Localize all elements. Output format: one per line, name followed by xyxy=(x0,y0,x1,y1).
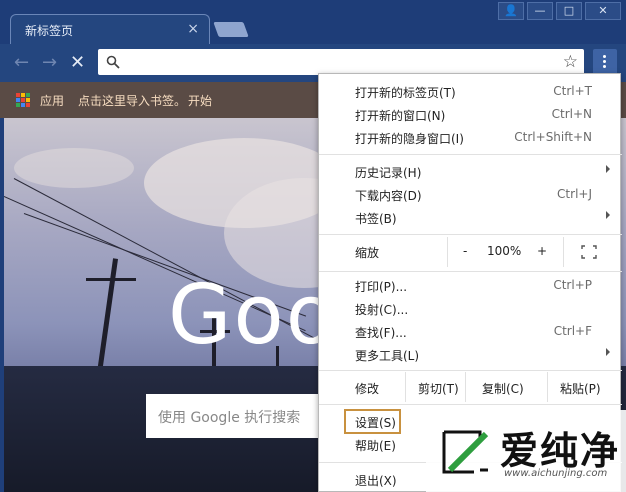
menu-label: 打印(P)... xyxy=(355,280,408,294)
zoom-out-button[interactable]: - xyxy=(463,244,467,258)
menu-item-downloads[interactable]: 下载内容(D) Ctrl+J xyxy=(319,183,622,206)
menu-separator xyxy=(319,404,622,405)
back-arrow-icon[interactable]: ← xyxy=(14,53,29,73)
zoom-in-button[interactable]: + xyxy=(537,244,547,258)
zoom-label: 缩放 xyxy=(355,246,380,260)
utility-pole xyxy=(86,278,136,281)
submenu-arrow-icon xyxy=(606,165,610,173)
watermark-url: www.aichunjing.com xyxy=(504,468,608,479)
menu-shortcut: Ctrl+N xyxy=(551,107,592,121)
cut-label: 剪切(T) xyxy=(418,382,459,396)
cut-button[interactable]: 剪切(T) xyxy=(405,372,465,402)
menu-shortcut: Ctrl+J xyxy=(557,187,592,201)
menu-item-print[interactable]: 打印(P)... Ctrl+P xyxy=(319,274,622,297)
menu-label: 退出(X) xyxy=(355,474,397,488)
bookmark-star-icon[interactable]: ☆ xyxy=(563,52,578,72)
chrome-menu-button[interactable] xyxy=(593,49,617,75)
fullscreen-icon[interactable] xyxy=(581,245,597,259)
google-search-box[interactable]: 使用 Google 执行搜索 xyxy=(146,394,346,438)
copy-label: 复制(C) xyxy=(482,382,524,396)
menu-label: 下载内容(D) xyxy=(355,189,422,203)
paste-button[interactable]: 粘贴(P) xyxy=(547,372,622,402)
menu-label: 更多工具(L) xyxy=(355,349,420,363)
search-placeholder: 使用 Google 执行搜索 xyxy=(158,410,301,426)
watermark: 爱纯净 www.aichunjing.com xyxy=(426,410,626,492)
submenu-arrow-icon xyxy=(606,348,610,356)
settings-highlight-box xyxy=(344,409,401,434)
close-window-button[interactable]: ✕ xyxy=(585,2,621,20)
menu-item-history[interactable]: 历史记录(H) xyxy=(319,160,622,183)
kebab-menu-icon xyxy=(603,55,607,69)
maximize-button[interactable]: □ xyxy=(556,2,582,20)
menu-shortcut: Ctrl+F xyxy=(553,324,592,338)
brand-logo-icon xyxy=(442,430,489,474)
menu-shortcut: Ctrl+P xyxy=(553,278,592,292)
zoom-level: 100% xyxy=(487,244,522,258)
address-input[interactable] xyxy=(126,52,546,72)
menu-separator xyxy=(319,234,622,235)
menu-label: 打开新的窗口(N) xyxy=(355,109,446,123)
menu-item-new-tab[interactable]: 打开新的标签页(T) Ctrl+T xyxy=(319,80,622,103)
menu-item-find[interactable]: 查找(F)... Ctrl+F xyxy=(319,320,622,343)
menu-separator xyxy=(319,370,622,371)
menu-item-cast[interactable]: 投射(C)... xyxy=(319,297,622,320)
menu-label: 帮助(E) xyxy=(355,439,396,453)
apps-link[interactable]: 应用 xyxy=(40,92,64,109)
menu-shortcut: Ctrl+T xyxy=(553,84,592,98)
menu-item-incognito[interactable]: 打开新的隐身窗口(I) Ctrl+Shift+N xyxy=(319,126,622,149)
edit-label: 修改 xyxy=(355,382,380,396)
menu-edit-row: 修改 剪切(T) 复制(C) 粘贴(P) xyxy=(319,372,622,402)
menu-separator xyxy=(319,154,622,155)
tab-close-icon[interactable]: × xyxy=(187,21,199,37)
menu-label: 查找(F)... xyxy=(355,326,407,340)
search-icon xyxy=(106,55,120,69)
minimize-button[interactable]: — xyxy=(527,2,553,20)
forward-arrow-icon[interactable]: → xyxy=(42,53,57,73)
menu-label: 打开新的标签页(T) xyxy=(355,86,456,100)
omnibox[interactable]: ☆ xyxy=(98,49,584,75)
menu-label: 打开新的隐身窗口(I) xyxy=(355,132,464,146)
menu-item-new-window[interactable]: 打开新的窗口(N) Ctrl+N xyxy=(319,103,622,126)
menu-shortcut: Ctrl+Shift+N xyxy=(514,130,592,144)
new-tab-button[interactable] xyxy=(213,22,249,37)
watermark-brand: 爱纯净 xyxy=(500,429,621,473)
browser-tab[interactable]: 新标签页 × xyxy=(10,14,210,44)
google-logo: Goo xyxy=(168,268,338,363)
background-cloud xyxy=(14,148,134,188)
menu-label: 历史记录(H) xyxy=(355,166,422,180)
tab-title: 新标签页 xyxy=(25,24,74,38)
menu-separator xyxy=(319,271,622,272)
import-bookmarks-link[interactable]: 点击这里导入书签。 xyxy=(78,92,186,109)
paste-label: 粘贴(P) xyxy=(560,382,601,396)
menu-item-bookmarks[interactable]: 书签(B) xyxy=(319,206,622,229)
title-bar: 新标签页 × 👤 — □ ✕ xyxy=(0,0,626,44)
user-icon[interactable]: 👤 xyxy=(498,2,524,20)
menu-label: 书签(B) xyxy=(355,212,397,226)
start-link[interactable]: 开始 xyxy=(188,92,212,109)
stop-loading-icon[interactable]: ✕ xyxy=(70,53,85,73)
apps-grid-icon[interactable] xyxy=(16,93,30,107)
menu-item-more-tools[interactable]: 更多工具(L) xyxy=(319,343,622,366)
menu-label: 投射(C)... xyxy=(355,303,409,317)
submenu-arrow-icon xyxy=(606,211,610,219)
menu-zoom-row: 缩放 - 100% + xyxy=(319,237,622,267)
copy-button[interactable]: 复制(C) xyxy=(465,372,547,402)
